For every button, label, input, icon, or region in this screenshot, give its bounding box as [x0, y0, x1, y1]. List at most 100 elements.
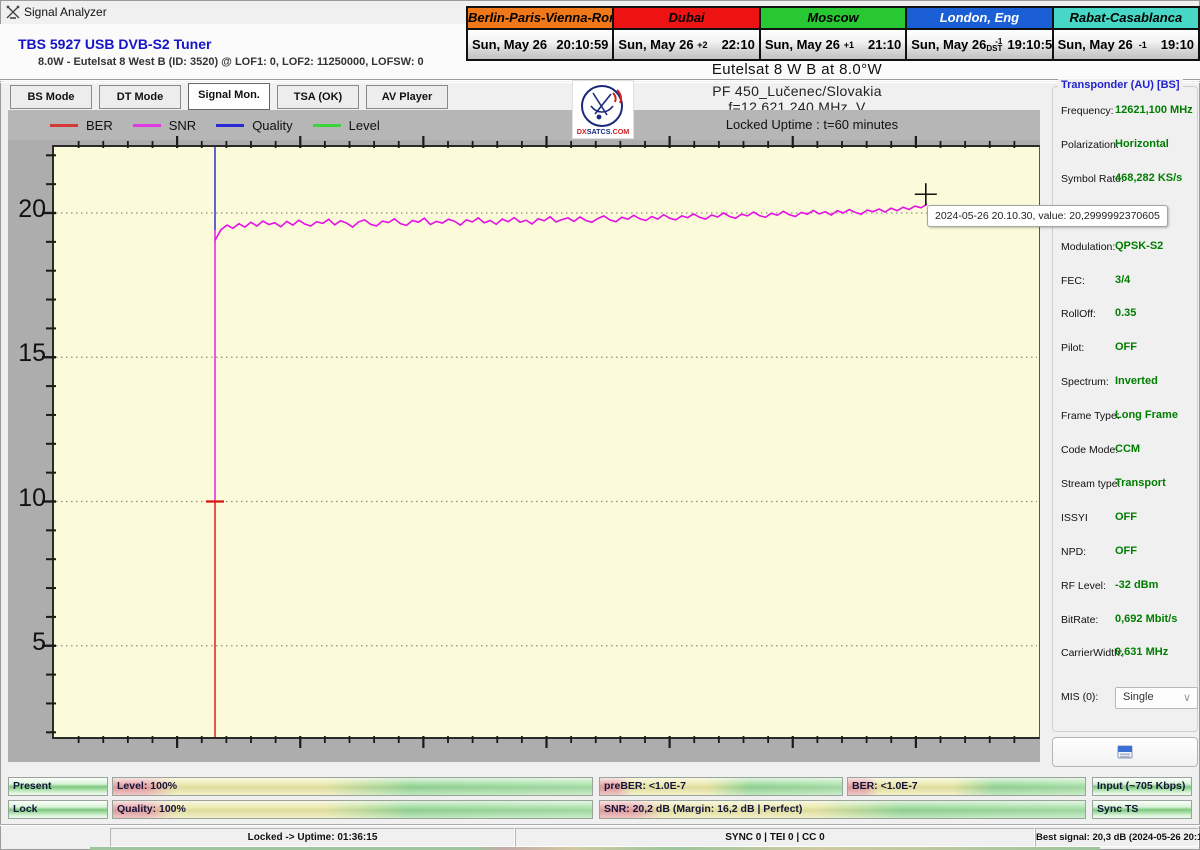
transponder-row-value: OFF [1115, 341, 1137, 353]
meter-label: BER: <1.0E-7 [852, 778, 918, 795]
tab-av-player[interactable]: AV Player [366, 85, 448, 109]
clock-date: Sun, May 26 [618, 37, 693, 52]
meter-input-705-kbps-: Input (~705 Kbps) [1092, 777, 1192, 796]
tuner-name: TBS 5927 USB DVB-S2 Tuner [18, 36, 211, 52]
meter-label: Input (~705 Kbps) [1097, 778, 1185, 795]
legend-label: Quality [252, 118, 292, 133]
legend-swatch [50, 124, 78, 127]
legend-swatch [313, 124, 341, 127]
transponder-row-label: RF Level: [1061, 580, 1106, 592]
cursor-tooltip: 2024-05-26 20.10.30, value: 20,299999237… [927, 205, 1168, 227]
clock-time-row: Sun, May 26 +2 22:10 [614, 30, 758, 59]
transponder-row-value: 12621,100 MHz [1115, 104, 1193, 116]
clock-city-header: Berlin-Paris-Vienna-Roma [468, 8, 612, 30]
tab-signal-mon-[interactable]: Signal Mon. [188, 83, 270, 110]
clock-date: Sun, May 26 [472, 37, 547, 52]
transponder-row-value: Long Frame [1115, 409, 1178, 421]
clock-time: 19:10 [1161, 37, 1194, 52]
y-axis-label-5: 5 [8, 628, 46, 657]
meter-label: preBER: <1.0E-7 [604, 778, 686, 795]
clock-time: 20:10:59 [556, 37, 608, 52]
tuner-details: 8.0W - Eutelsat 8 West B (ID: 3520) @ LO… [38, 56, 424, 68]
status-sync-counters: SYNC 0 | TEI 0 | CC 0 [515, 828, 1035, 847]
plot-svg [54, 147, 1039, 737]
signal-plot[interactable] [52, 145, 1040, 739]
svg-text:DXSATCS.COM: DXSATCS.COM [577, 127, 630, 136]
meter-snr: SNR: 20,2 dB (Margin: 16,2 dB | Perfect) [599, 800, 1086, 819]
legend-swatch [133, 124, 161, 127]
transponder-row-value: 468,282 KS/s [1115, 172, 1182, 184]
dxsatcs-logo: DXSATCS.COM [572, 80, 634, 139]
transponder-row-label: Frame Type: [1061, 410, 1120, 422]
legend-item-ber: BER [50, 118, 113, 133]
y-axis-label-20: 20 [8, 195, 46, 224]
transponder-row-label: Stream type: [1061, 478, 1121, 490]
clock-cell: Dubai Sun, May 26 +2 22:10 [614, 8, 760, 59]
transponder-row-label: FEC: [1061, 275, 1085, 287]
locked-uptime-text: Locked Uptime : t=60 minutes [692, 110, 932, 140]
transponder-row-value: 0,631 MHz [1115, 646, 1168, 658]
meter-label: SNR: 20,2 dB (Margin: 16,2 dB | Perfect) [604, 801, 802, 818]
meter-label: Quality: 100% [117, 801, 186, 818]
legend-swatch [216, 124, 244, 127]
clock-city-header: London, Eng [907, 8, 1051, 30]
transponder-row-label: Polarization: [1061, 139, 1119, 151]
status-best-signal: Best signal: 20,3 dB (2024-05-26 20:10) [1035, 828, 1199, 847]
transponder-row-label: Pilot: [1061, 342, 1084, 354]
clock-offset-sup: +2 [697, 40, 707, 50]
transponder-row-value: 0,692 Mbit/s [1115, 613, 1177, 625]
legend-item-quality: Quality [216, 118, 292, 133]
clock-offset-sup: -1 [1139, 40, 1147, 50]
meter-sync-ts: Sync TS [1092, 800, 1192, 819]
transponder-row-label: Modulation: [1061, 241, 1115, 253]
transponder-group-title: Transponder (AU) [BS] [1058, 79, 1183, 91]
tab-bs-mode[interactable]: BS Mode [10, 85, 92, 109]
clock-time-row: Sun, May 26 20:10:59 [468, 30, 612, 59]
clock-offset-sup: +1 [844, 40, 854, 50]
tab-dt-mode[interactable]: DT Mode [99, 85, 181, 109]
y-axis-label-10: 10 [8, 484, 46, 513]
clock-time-row: Sun, May 26-119:10 [1054, 30, 1198, 59]
tab-tsa-ok-[interactable]: TSA (OK) [277, 85, 359, 109]
y-axis-label-15: 15 [8, 339, 46, 368]
mis-selected-value: Single [1123, 691, 1154, 703]
meter-ber: BER: <1.0E-7 [847, 777, 1086, 796]
transponder-row-label: CarrierWidth: [1061, 647, 1123, 659]
export-disk-icon [1117, 745, 1133, 759]
clock-city-header: Moscow [761, 8, 905, 30]
transponder-row-value: OFF [1115, 545, 1137, 557]
app-antenna-icon [6, 5, 20, 19]
clock-cell: Berlin-Paris-Vienna-Roma Sun, May 26 20:10… [468, 8, 614, 59]
world-clocks: Berlin-Paris-Vienna-Roma Sun, May 26 20:10… [466, 6, 1200, 61]
mode-tabs: BS Mode DT Mode Signal Mon. TSA (OK) AV Play… [10, 85, 448, 110]
dxsatcs-logo-art: DXSATCS.COM [573, 81, 633, 138]
chart-legend-bar: BERSNRQualityLevel Locked Uptime : t=60 … [8, 110, 1040, 140]
chevron-down-icon: ∨ [1183, 689, 1191, 707]
clock-cell: London, EngSun, May 26-1DST19:10:59 [907, 8, 1053, 59]
transponder-row-value: 3/4 [1115, 274, 1130, 286]
clock-time: 19:10:59 [1007, 37, 1059, 52]
transponder-row-value: Horizontal [1115, 138, 1169, 150]
meter-present: Present [8, 777, 108, 796]
mis-select[interactable]: Single ∨ [1115, 687, 1198, 709]
transponder-row-label: Spectrum: [1061, 376, 1109, 388]
status-uptime: Locked -> Uptime: 01:36:15 [110, 828, 515, 847]
transponder-row-value: -32 dBm [1115, 579, 1158, 591]
clock-date: Sun, May 26 [911, 37, 986, 52]
transponder-row-value: 0.35 [1115, 307, 1136, 319]
meter-quality: Quality: 100% [112, 800, 593, 819]
transponder-row-label: NPD: [1061, 546, 1086, 558]
transponder-groupbox: Frequency:12621,100 MHzPolarization:Hori… [1052, 86, 1198, 732]
clock-cell: Rabat-CasablancaSun, May 26-119:10 [1054, 8, 1198, 59]
clock-city-header: Rabat-Casablanca [1054, 8, 1198, 30]
transponder-row-label: RollOff: [1061, 308, 1096, 320]
satellite-title: Eutelsat 8 W B at 8.0°W [597, 61, 997, 78]
clock-dst-label: DST [986, 45, 1002, 52]
clock-time: 22:10 [722, 37, 755, 52]
meter-preber: preBER: <1.0E-7 [599, 777, 843, 796]
clock-city-header: Dubai [614, 8, 758, 30]
transponder-row-value: CCM [1115, 443, 1140, 455]
mis-label: MIS (0): [1061, 691, 1098, 703]
export-button[interactable] [1052, 737, 1198, 767]
transponder-row-value: Transport [1115, 477, 1166, 489]
